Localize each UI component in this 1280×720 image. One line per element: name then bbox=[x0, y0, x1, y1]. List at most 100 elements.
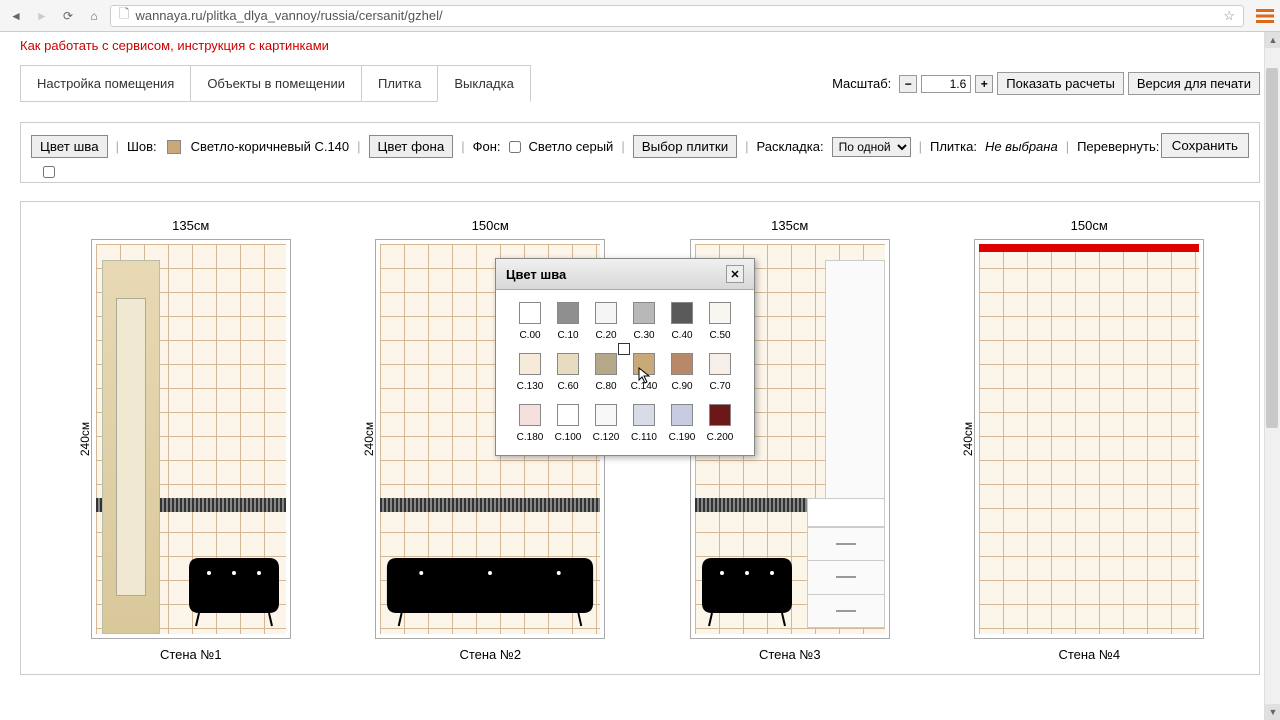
scale-input[interactable] bbox=[921, 75, 971, 93]
color-swatch[interactable] bbox=[557, 353, 579, 375]
color-cell: C.40 bbox=[666, 302, 698, 341]
color-code: C.200 bbox=[707, 432, 734, 443]
color-cell: C.80 bbox=[590, 353, 622, 392]
door-object[interactable] bbox=[102, 260, 160, 634]
url-bar[interactable]: 🗋 wannaya.ru/plitka_dlya_vannoy/russia/c… bbox=[110, 5, 1244, 27]
color-code: C.190 bbox=[669, 432, 696, 443]
forward-button[interactable]: ► bbox=[32, 6, 52, 26]
bg-color-button[interactable]: Цвет фона bbox=[369, 135, 454, 158]
page-icon: 🗋 bbox=[119, 5, 129, 27]
save-button[interactable]: Сохранить bbox=[1161, 133, 1249, 158]
color-cell: C.140 bbox=[628, 353, 660, 392]
wall-label: Стена №1 bbox=[160, 647, 222, 662]
wall-label: Стена №3 bbox=[759, 647, 821, 662]
color-swatch[interactable] bbox=[557, 404, 579, 426]
color-cell: C.10 bbox=[552, 302, 584, 341]
color-swatch[interactable] bbox=[633, 353, 655, 375]
layout-label: Раскладка: bbox=[757, 139, 824, 154]
dialog-body: C.00C.10C.20C.30C.40C.50C.130C.60C.80C.1… bbox=[496, 290, 754, 455]
url-text: wannaya.ru/plitka_dlya_vannoy/russia/cer… bbox=[135, 8, 442, 23]
color-cell: C.110 bbox=[628, 404, 660, 443]
show-calc-button[interactable]: Показать расчеты bbox=[997, 72, 1124, 95]
color-swatch[interactable] bbox=[519, 302, 541, 324]
color-swatch[interactable] bbox=[671, 302, 693, 324]
layout-select[interactable]: По одной bbox=[832, 137, 911, 157]
bg-label: Фон: bbox=[473, 139, 501, 154]
back-button[interactable]: ◄ bbox=[6, 6, 26, 26]
color-swatch[interactable] bbox=[595, 302, 617, 324]
color-cell: C.50 bbox=[704, 302, 736, 341]
extra-checkbox[interactable] bbox=[43, 166, 55, 178]
tab-tile[interactable]: Плитка bbox=[361, 65, 438, 102]
tab-objects[interactable]: Объекты в помещении bbox=[190, 65, 362, 102]
home-button[interactable]: ⌂ bbox=[84, 6, 104, 26]
cabinet-object[interactable] bbox=[825, 260, 885, 500]
color-cell: C.60 bbox=[552, 353, 584, 392]
wall-4: 150см 240см Стена №4 bbox=[950, 218, 1230, 662]
scale-plus[interactable]: + bbox=[975, 75, 993, 93]
color-code: C.70 bbox=[709, 381, 730, 392]
seam-swatch bbox=[167, 140, 181, 154]
wall-height: 240см bbox=[362, 422, 376, 456]
tile-select-button[interactable]: Выбор плитки bbox=[633, 135, 737, 158]
color-code: C.100 bbox=[555, 432, 582, 443]
tile-label: Плитка: bbox=[930, 139, 977, 154]
color-cell: C.180 bbox=[514, 404, 546, 443]
dialog-title-text: Цвет шва bbox=[506, 267, 566, 282]
color-swatch[interactable] bbox=[671, 353, 693, 375]
color-code: C.00 bbox=[519, 330, 540, 341]
color-code: C.60 bbox=[557, 381, 578, 392]
seam-value: Светло-коричневый С.140 bbox=[191, 139, 349, 154]
browser-bar: ◄ ► ⟳ ⌂ 🗋 wannaya.ru/plitka_dlya_vannoy/… bbox=[0, 0, 1280, 32]
color-code: C.40 bbox=[671, 330, 692, 341]
wall-width: 135см bbox=[172, 218, 209, 233]
bookmark-icon[interactable]: ☆ bbox=[1223, 8, 1235, 24]
wall-width: 135см bbox=[771, 218, 808, 233]
color-swatch[interactable] bbox=[709, 302, 731, 324]
tab-room[interactable]: Настройка помещения bbox=[20, 65, 191, 102]
wall-height: 240см bbox=[78, 422, 92, 456]
reload-button[interactable]: ⟳ bbox=[58, 6, 78, 26]
dialog-titlebar[interactable]: Цвет шва ✕ bbox=[496, 259, 754, 290]
color-swatch[interactable] bbox=[519, 353, 541, 375]
tabs: Настройка помещения Объекты в помещении … bbox=[20, 65, 530, 102]
color-cell: C.120 bbox=[590, 404, 622, 443]
toolbar: Цвет шва | Шов: Светло-коричневый С.140 … bbox=[20, 122, 1260, 183]
dialog-close-button[interactable]: ✕ bbox=[726, 265, 744, 283]
bg-checkbox[interactable] bbox=[509, 141, 521, 153]
color-cell: C.20 bbox=[590, 302, 622, 341]
color-swatch[interactable] bbox=[595, 404, 617, 426]
help-link[interactable]: Как работать с сервисом, инструкция с ка… bbox=[20, 38, 329, 53]
scale-group: Масштаб: − + Показать расчеты Версия для… bbox=[832, 72, 1260, 95]
color-cell: C.130 bbox=[514, 353, 546, 392]
color-swatch[interactable] bbox=[709, 404, 731, 426]
scale-label: Масштаб: bbox=[832, 76, 891, 91]
wall-width: 150см bbox=[472, 218, 509, 233]
color-swatch[interactable] bbox=[557, 302, 579, 324]
color-swatch[interactable] bbox=[633, 302, 655, 324]
flip-label: Перевернуть: bbox=[1077, 139, 1159, 154]
seam-color-button[interactable]: Цвет шва bbox=[31, 135, 108, 158]
tub-object[interactable] bbox=[697, 558, 797, 628]
print-version-button[interactable]: Версия для печати bbox=[1128, 72, 1260, 95]
vanity-object[interactable] bbox=[807, 498, 885, 628]
menu-icon[interactable] bbox=[1256, 7, 1274, 25]
tab-layout[interactable]: Выкладка bbox=[437, 65, 530, 102]
color-cell: C.70 bbox=[704, 353, 736, 392]
wall-canvas[interactable]: 240см bbox=[91, 239, 291, 639]
tub-object[interactable] bbox=[382, 558, 598, 628]
color-swatch[interactable] bbox=[671, 404, 693, 426]
scale-minus[interactable]: − bbox=[899, 75, 917, 93]
color-cell: C.200 bbox=[704, 404, 736, 443]
color-swatch[interactable] bbox=[595, 353, 617, 375]
seam-color-dialog: Цвет шва ✕ C.00 C.10C.20C.30 C.40 C.50 C.130… bbox=[495, 258, 755, 456]
color-code: C.140 bbox=[631, 381, 658, 392]
color-cell: C.90 bbox=[666, 353, 698, 392]
color-cell: C.30 bbox=[628, 302, 660, 341]
wall-canvas[interactable]: 240см bbox=[974, 239, 1204, 639]
color-swatch[interactable] bbox=[519, 404, 541, 426]
color-swatch[interactable] bbox=[709, 353, 731, 375]
tub-object[interactable] bbox=[184, 558, 284, 628]
color-swatch[interactable] bbox=[633, 404, 655, 426]
scroll-down-icon[interactable]: ▼ bbox=[1265, 704, 1280, 720]
